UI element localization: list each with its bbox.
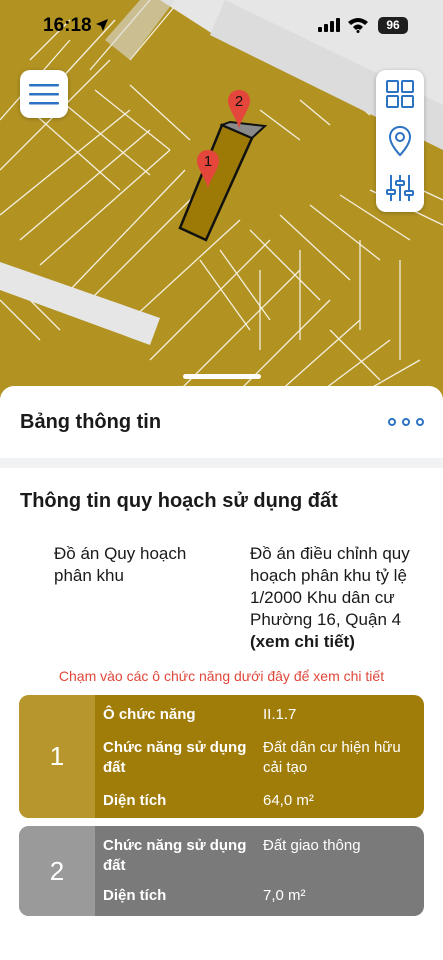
marker-1-icon[interactable]: 1 (196, 148, 220, 192)
svg-text:2: 2 (235, 93, 243, 110)
card-row-value: Đất dân cư hiện hữu cải tạo (263, 739, 401, 776)
card-row-value: 7,0 m² (263, 887, 306, 904)
land-use-section-title: Thông tin quy hoạch sử dụng đất (20, 490, 338, 512)
card-row-value: 64,0 m² (263, 792, 314, 809)
card-row-label: Diện tích (103, 792, 167, 809)
hamburger-menu-icon (29, 84, 59, 105)
more-options-button[interactable] (388, 412, 424, 432)
section-divider (0, 458, 443, 468)
hint-text: Chạm vào các ô chức năng dưới đây để xem… (58, 668, 385, 684)
view-details-link[interactable]: (xem chi tiết) (250, 631, 430, 653)
wifi-icon (348, 18, 368, 33)
sheet-drag-handle[interactable] (183, 374, 261, 379)
card-number: 1 (19, 695, 95, 818)
card-row-label: Chức năng sử dụng đất (103, 739, 247, 776)
sheet-title: Bảng thông tin (20, 411, 162, 433)
status-time: 16:18 (43, 15, 92, 36)
more-dots-icon (388, 418, 396, 426)
card-number: 2 (19, 826, 95, 916)
cellular-signal-icon (318, 18, 340, 32)
plan-label: Đồ án Quy hoạch phân khu (54, 544, 187, 585)
sheet-header: Bảng thông tin (0, 386, 443, 458)
layers-grid-icon (386, 79, 414, 108)
map-tools-panel (376, 70, 424, 212)
status-bar: 16:18 96 (0, 0, 443, 54)
info-sheet: Bảng thông tin Thông tin quy hoạch sử dụ… (0, 386, 443, 960)
battery-icon: 96 (378, 17, 408, 34)
card-row-label: Diện tích (103, 887, 167, 904)
my-location-button[interactable] (376, 117, 424, 164)
marker-2-icon[interactable]: 2 (227, 88, 251, 132)
plan-value: Đồ án điều chỉnh quy hoạch phân khu tỷ l… (250, 543, 430, 653)
menu-button[interactable] (20, 70, 68, 118)
location-arrow-icon (96, 19, 108, 31)
filter-sliders-icon (386, 174, 414, 201)
card-row-value: II.1.7 (263, 706, 297, 723)
plan-name: Đồ án điều chỉnh quy hoạch phân khu tỷ l… (250, 544, 410, 629)
land-use-card-1[interactable]: 1 Ô chức năng II.1.7 Chức năng sử dụng đ… (19, 695, 424, 818)
layers-button[interactable] (376, 70, 424, 117)
card-row-label: Chức năng sử dụng đất (103, 837, 247, 874)
filter-button[interactable] (376, 164, 424, 211)
app-screen: 1 2 16:18 96 Bảng thông tin Thông tin qu… (0, 0, 443, 960)
land-use-card-2[interactable]: 2 Chức năng sử dụng đất Đất giao thông D… (19, 826, 424, 916)
map-view[interactable]: 1 2 16:18 96 (0, 0, 443, 400)
svg-text:1: 1 (204, 153, 212, 170)
location-pin-icon (388, 125, 412, 156)
card-row-label: Ô chức năng (103, 706, 196, 723)
card-row-value: Đất giao thông (263, 837, 361, 854)
